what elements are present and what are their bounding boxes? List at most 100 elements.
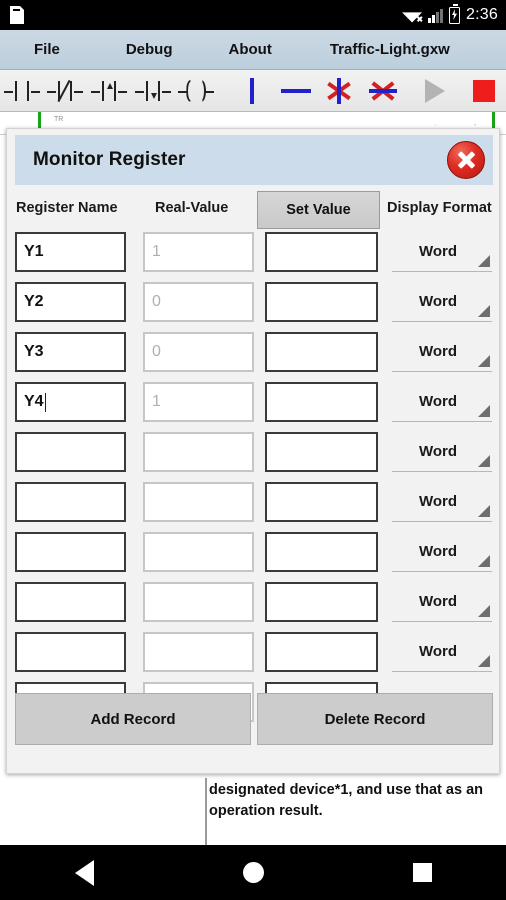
real-value-field: [143, 632, 254, 672]
column-header-display-format: Display Format: [387, 200, 492, 216]
chevron-down-icon: [478, 305, 490, 317]
set-value-input[interactable]: [265, 282, 378, 322]
falling-edge-contact-icon[interactable]: [131, 70, 175, 112]
add-record-button[interactable]: Add Record: [15, 693, 251, 745]
output-coil-icon[interactable]: [175, 70, 219, 112]
set-value-input[interactable]: [265, 482, 378, 522]
dialog-action-buttons: Add Record Delete Record: [15, 693, 493, 745]
stop-icon[interactable]: [462, 70, 506, 112]
set-value-input[interactable]: [265, 532, 378, 572]
set-value-input[interactable]: [265, 632, 378, 672]
display-format-value: Word: [418, 543, 458, 560]
set-value-input[interactable]: [265, 232, 378, 272]
set-value-input[interactable]: [265, 432, 378, 472]
display-format-spinner[interactable]: Word: [392, 432, 492, 472]
battery-charging-icon: [449, 3, 461, 24]
display-format-spinner[interactable]: Word: [392, 532, 492, 572]
column-header-real-value: Real-Value: [155, 200, 229, 216]
display-format-value: Word: [418, 643, 458, 660]
display-format-spinner[interactable]: Word: [392, 582, 492, 622]
register-name-input[interactable]: Y1: [15, 232, 126, 272]
menu-item-file[interactable]: File: [28, 41, 66, 58]
table-row: Word: [7, 479, 499, 529]
horizontal-line-icon[interactable]: [274, 70, 318, 112]
real-value-field: [143, 532, 254, 572]
set-value-input[interactable]: [265, 382, 378, 422]
display-format-spinner[interactable]: Word: [392, 382, 492, 422]
table-row: Y4 1 Word: [7, 379, 499, 429]
normally-closed-contact-icon[interactable]: [44, 70, 88, 112]
chevron-down-icon: [478, 605, 490, 617]
table-row: Word: [7, 529, 499, 579]
table-row: Y3 0 Word: [7, 329, 499, 379]
document-title: Traffic-Light.gxw: [329, 41, 450, 58]
real-value-text: 1: [152, 243, 161, 260]
menu-item-about[interactable]: About: [223, 41, 278, 58]
chevron-down-icon: [478, 355, 490, 367]
display-format-value: Word: [418, 493, 458, 510]
dialog-title: Monitor Register: [33, 149, 186, 170]
rising-edge-contact-icon[interactable]: [87, 70, 131, 112]
display-format-spinner[interactable]: Word: [392, 632, 492, 672]
display-format-spinner[interactable]: Word: [392, 482, 492, 522]
chevron-down-icon: [478, 555, 490, 567]
display-format-value: Word: [418, 593, 458, 610]
set-value-input[interactable]: [265, 332, 378, 372]
display-format-value: Word: [418, 443, 458, 460]
ladder-toolbar: [0, 70, 506, 112]
register-name-input[interactable]: [15, 432, 126, 472]
delete-horizontal-line-icon[interactable]: [361, 70, 405, 112]
column-header-register-name: Register Name: [16, 200, 118, 216]
register-name-value: Y1: [24, 243, 44, 260]
home-icon[interactable]: [242, 862, 264, 883]
register-name-input[interactable]: Y2: [15, 282, 126, 322]
android-nav-bar: [0, 845, 506, 900]
display-format-value: Word: [418, 343, 458, 360]
display-format-spinner[interactable]: Word: [392, 332, 492, 372]
chevron-down-icon: [478, 505, 490, 517]
cellular-signal-icon: [428, 8, 444, 23]
instruction-description-text: designated device*1, and use that as an …: [209, 782, 483, 819]
display-format-spinner[interactable]: Word: [392, 282, 492, 322]
delete-record-button[interactable]: Delete Record: [257, 693, 493, 745]
phone-screen: ✖ 2:36 File Debug About Traffic-Light.gx…: [0, 0, 506, 900]
display-format-value: Word: [418, 293, 458, 310]
real-value-field: 1: [143, 232, 254, 272]
app-menu-bar: File Debug About Traffic-Light.gxw: [0, 30, 506, 70]
back-icon[interactable]: [74, 859, 94, 886]
ladder-rung-label: TR: [54, 116, 64, 123]
real-value-text: 0: [152, 293, 161, 310]
register-name-value: Y2: [24, 293, 44, 310]
normally-open-contact-icon[interactable]: [0, 70, 44, 112]
monitor-register-dialog: Monitor Register Register Name Real-Valu…: [6, 128, 500, 774]
set-value-button[interactable]: Set Value: [257, 191, 380, 229]
chevron-down-icon: [478, 655, 490, 667]
text-caret: [44, 392, 47, 412]
close-icon[interactable]: [447, 141, 485, 179]
register-name-input[interactable]: [15, 532, 126, 572]
real-value-field: 0: [143, 332, 254, 372]
android-status-bar: ✖ 2:36: [0, 0, 506, 30]
register-name-input[interactable]: [15, 582, 126, 622]
menu-item-debug[interactable]: Debug: [120, 41, 179, 58]
table-row: Y1 1 Word: [7, 229, 499, 279]
chevron-down-icon: [478, 405, 490, 417]
display-format-spinner[interactable]: Word: [392, 232, 492, 272]
vertical-line-icon[interactable]: [230, 70, 274, 112]
real-value-text: 0: [152, 343, 161, 360]
sd-card-icon: [10, 6, 24, 24]
register-name-input[interactable]: [15, 632, 126, 672]
help-pane-divider: [205, 778, 207, 845]
set-value-input[interactable]: [265, 582, 378, 622]
table-row: Y2 0 Word: [7, 279, 499, 329]
recents-icon[interactable]: [412, 863, 432, 882]
register-name-input[interactable]: Y4: [15, 382, 126, 422]
delete-vertical-line-icon[interactable]: [317, 70, 361, 112]
register-name-input[interactable]: [15, 482, 126, 522]
wifi-off-icon: ✖: [402, 8, 423, 23]
status-bar-left: [10, 6, 24, 24]
run-icon[interactable]: [413, 70, 457, 112]
table-row: Word: [7, 579, 499, 629]
dialog-titlebar: Monitor Register: [15, 135, 493, 185]
register-name-input[interactable]: Y3: [15, 332, 126, 372]
